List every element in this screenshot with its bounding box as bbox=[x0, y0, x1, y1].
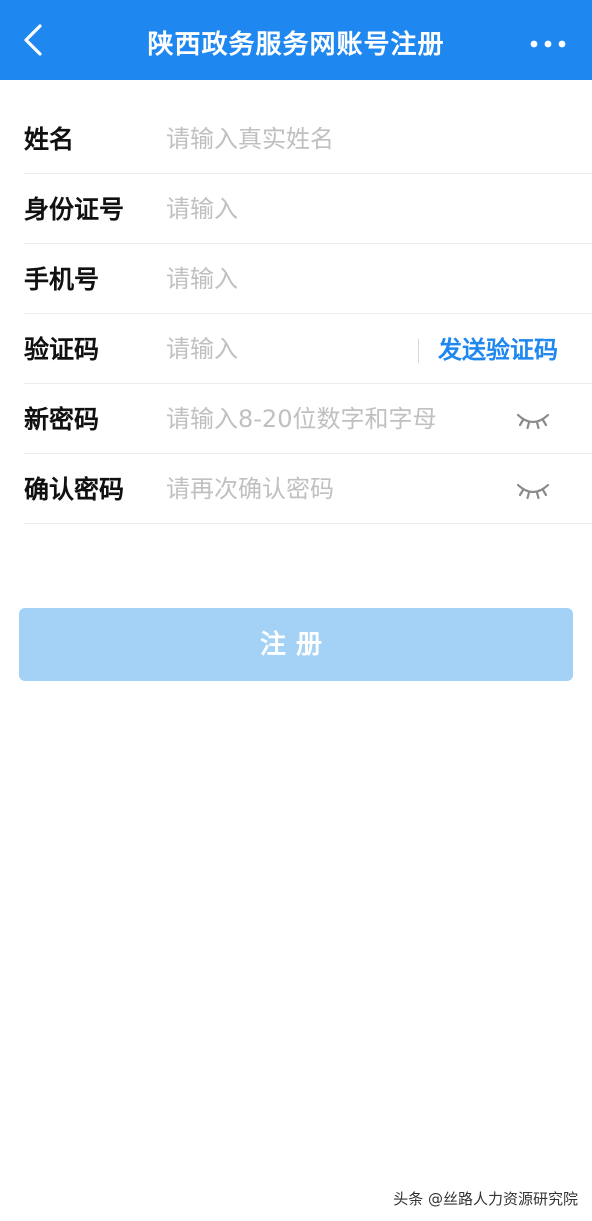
confirm-password-visibility-toggle[interactable] bbox=[516, 477, 550, 503]
register-button[interactable]: 注册 bbox=[19, 608, 573, 681]
phone-input[interactable] bbox=[166, 259, 466, 299]
name-label: 姓名 bbox=[24, 125, 75, 154]
eye-closed-icon bbox=[516, 413, 550, 430]
page-title: 陕西政务服务网账号注册 bbox=[147, 30, 445, 60]
watermark: 头条 @丝路人力资源研究院 bbox=[393, 1190, 578, 1208]
more-button[interactable] bbox=[528, 34, 568, 54]
send-code-divider bbox=[418, 339, 419, 363]
new-password-label: 新密码 bbox=[24, 405, 100, 434]
phone-label: 手机号 bbox=[24, 265, 100, 294]
id-number-row: 身份证号 bbox=[24, 175, 592, 244]
new-password-row: 新密码 bbox=[24, 385, 592, 454]
verification-code-row: 验证码 发送验证码 bbox=[24, 315, 592, 384]
id-number-label: 身份证号 bbox=[24, 195, 125, 224]
new-password-input[interactable] bbox=[166, 399, 466, 439]
new-password-visibility-toggle[interactable] bbox=[516, 407, 550, 433]
confirm-password-label: 确认密码 bbox=[24, 475, 125, 504]
eye-closed-icon bbox=[516, 483, 550, 500]
name-input[interactable] bbox=[166, 119, 466, 159]
ellipsis-icon bbox=[530, 40, 566, 48]
phone-row: 手机号 bbox=[24, 245, 592, 314]
send-code-button[interactable]: 发送验证码 bbox=[426, 315, 558, 383]
name-row: 姓名 bbox=[24, 105, 592, 174]
verification-code-label: 验证码 bbox=[24, 335, 100, 364]
id-number-input[interactable] bbox=[166, 189, 466, 229]
confirm-password-row: 确认密码 bbox=[24, 455, 592, 524]
nav-bar: 陕西政务服务网账号注册 bbox=[0, 0, 592, 80]
verification-code-input[interactable] bbox=[166, 329, 406, 369]
register-form: 姓名 身份证号 手机号 验证码 发送验证码 新密码 确认密码 bbox=[24, 105, 592, 525]
confirm-password-input[interactable] bbox=[166, 469, 466, 509]
